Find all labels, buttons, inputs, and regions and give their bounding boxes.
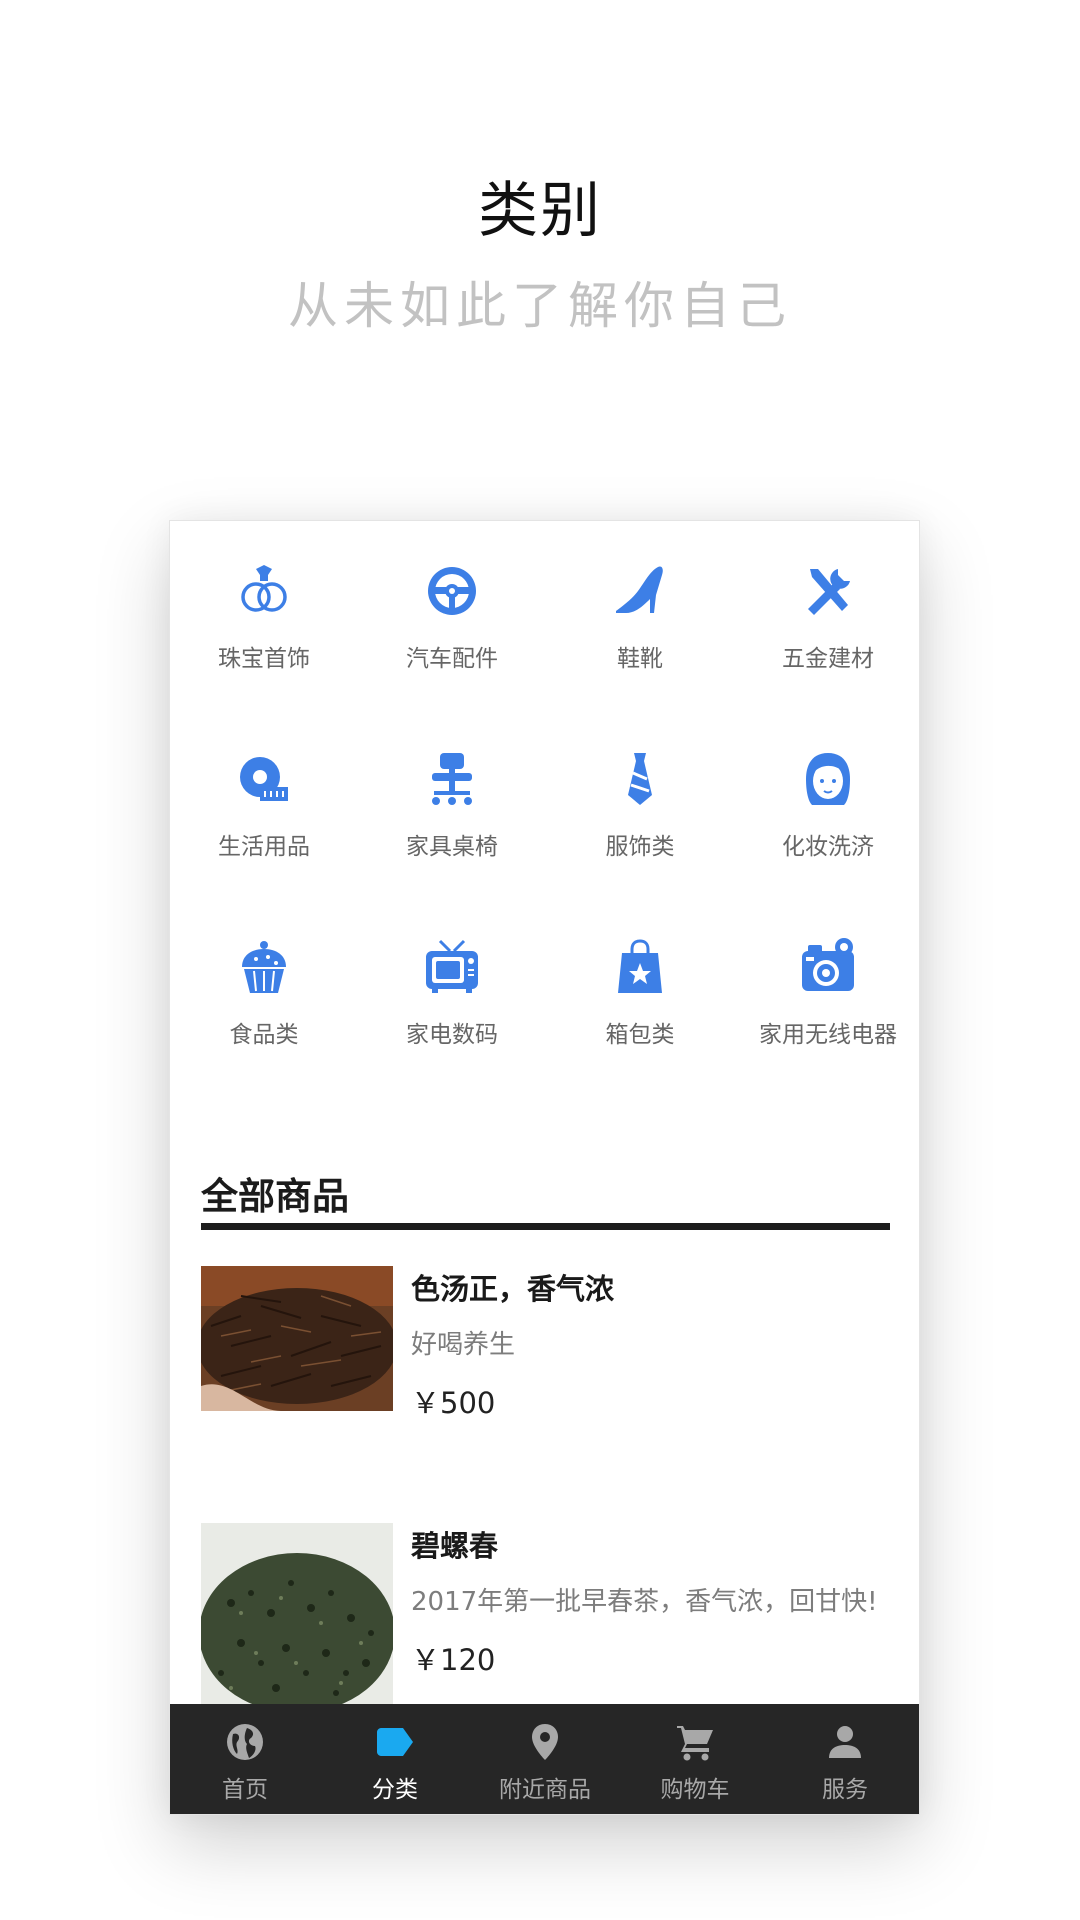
location-pin-icon (532, 1724, 558, 1760)
category-jewelry[interactable]: 珠宝首饰 (170, 521, 358, 681)
category-label: 家具桌椅 (406, 834, 498, 860)
office-chair-icon (432, 753, 472, 805)
category-hardware[interactable]: 五金建材 (734, 521, 919, 681)
person-icon (829, 1726, 861, 1758)
category-auto-parts[interactable]: 汽车配件 (358, 521, 546, 681)
product-name: 色汤正，香气浓 (411, 1272, 615, 1306)
tab-cart[interactable]: 购物车 (620, 1704, 770, 1814)
product-card[interactable]: 色汤正，香气浓 好喝养生 ￥500 (201, 1266, 901, 1466)
category-shoes[interactable]: 鞋靴 (546, 521, 734, 681)
section-title: 全部商品 (201, 1175, 349, 1218)
tape-measure-icon (240, 757, 288, 801)
product-price: ￥120 (411, 1643, 496, 1677)
category-appliances[interactable]: 家用无线电器 (734, 897, 919, 1057)
product-price: ￥500 (411, 1386, 496, 1420)
category-label: 化妆洗济 (782, 834, 874, 860)
category-label: 箱包类 (605, 1022, 675, 1048)
ring-icon (241, 565, 287, 612)
category-label: 家电数码 (406, 1022, 498, 1048)
tab-label: 附近商品 (499, 1777, 591, 1803)
tab-label: 分类 (372, 1777, 418, 1803)
woman-face-icon (806, 753, 850, 805)
tag-icon (377, 1728, 413, 1756)
page-subtitle: 从未如此了解你自己 (288, 277, 792, 335)
category-label: 服饰类 (605, 834, 675, 860)
category-daily-goods[interactable]: 生活用品 (170, 709, 358, 869)
section-underline (201, 1223, 890, 1230)
category-furniture[interactable]: 家具桌椅 (358, 709, 546, 869)
category-label: 鞋靴 (617, 646, 663, 672)
product-image (201, 1266, 393, 1411)
category-label: 生活用品 (218, 834, 310, 860)
tab-label: 购物车 (660, 1777, 730, 1803)
steering-wheel-icon (428, 567, 476, 615)
high-heel-icon (616, 566, 663, 613)
app-screen: 珠宝首饰 汽车配件 鞋靴 五金建材 生活用品 家具桌椅 服饰类 化妆洗济 食品类… (169, 520, 920, 1815)
category-cosmetics[interactable]: 化妆洗济 (734, 709, 919, 869)
product-image (201, 1523, 393, 1713)
page-title: 类别 (478, 176, 602, 246)
product-description: 2017年第一批早春茶，香气浓，回甘快! (411, 1587, 878, 1617)
tools-icon (808, 569, 850, 615)
tab-category[interactable]: 分类 (320, 1704, 470, 1814)
tab-label: 服务 (822, 1777, 868, 1803)
cart-icon (677, 1726, 713, 1761)
category-electronics[interactable]: 家电数码 (358, 897, 546, 1057)
product-description: 好喝养生 (411, 1330, 516, 1360)
tab-home[interactable]: 首页 (170, 1704, 320, 1814)
category-label: 家用无线电器 (759, 1022, 897, 1048)
category-label: 五金建材 (782, 646, 874, 672)
category-label: 食品类 (229, 1022, 299, 1048)
camera-icon (802, 938, 854, 991)
category-food[interactable]: 食品类 (170, 897, 358, 1057)
cupcake-icon (242, 941, 286, 993)
product-name: 碧螺春 (411, 1529, 499, 1563)
product-card[interactable]: 碧螺春 2017年第一批早春茶，香气浓，回甘快! ￥120 (201, 1523, 901, 1723)
category-label: 汽车配件 (406, 646, 498, 672)
bottom-tab-bar: 首页 分类 附近商品 购物车 服务 (170, 1704, 919, 1814)
shopping-bag-icon (618, 939, 662, 993)
tab-nearby[interactable]: 附近商品 (470, 1704, 620, 1814)
tab-service[interactable]: 服务 (770, 1704, 919, 1814)
tv-icon (426, 939, 478, 993)
category-label: 珠宝首饰 (218, 646, 310, 672)
category-clothing[interactable]: 服饰类 (546, 709, 734, 869)
category-bags[interactable]: 箱包类 (546, 897, 734, 1057)
globe-icon (227, 1724, 263, 1760)
tab-label: 首页 (222, 1777, 268, 1803)
necktie-icon (628, 753, 652, 805)
